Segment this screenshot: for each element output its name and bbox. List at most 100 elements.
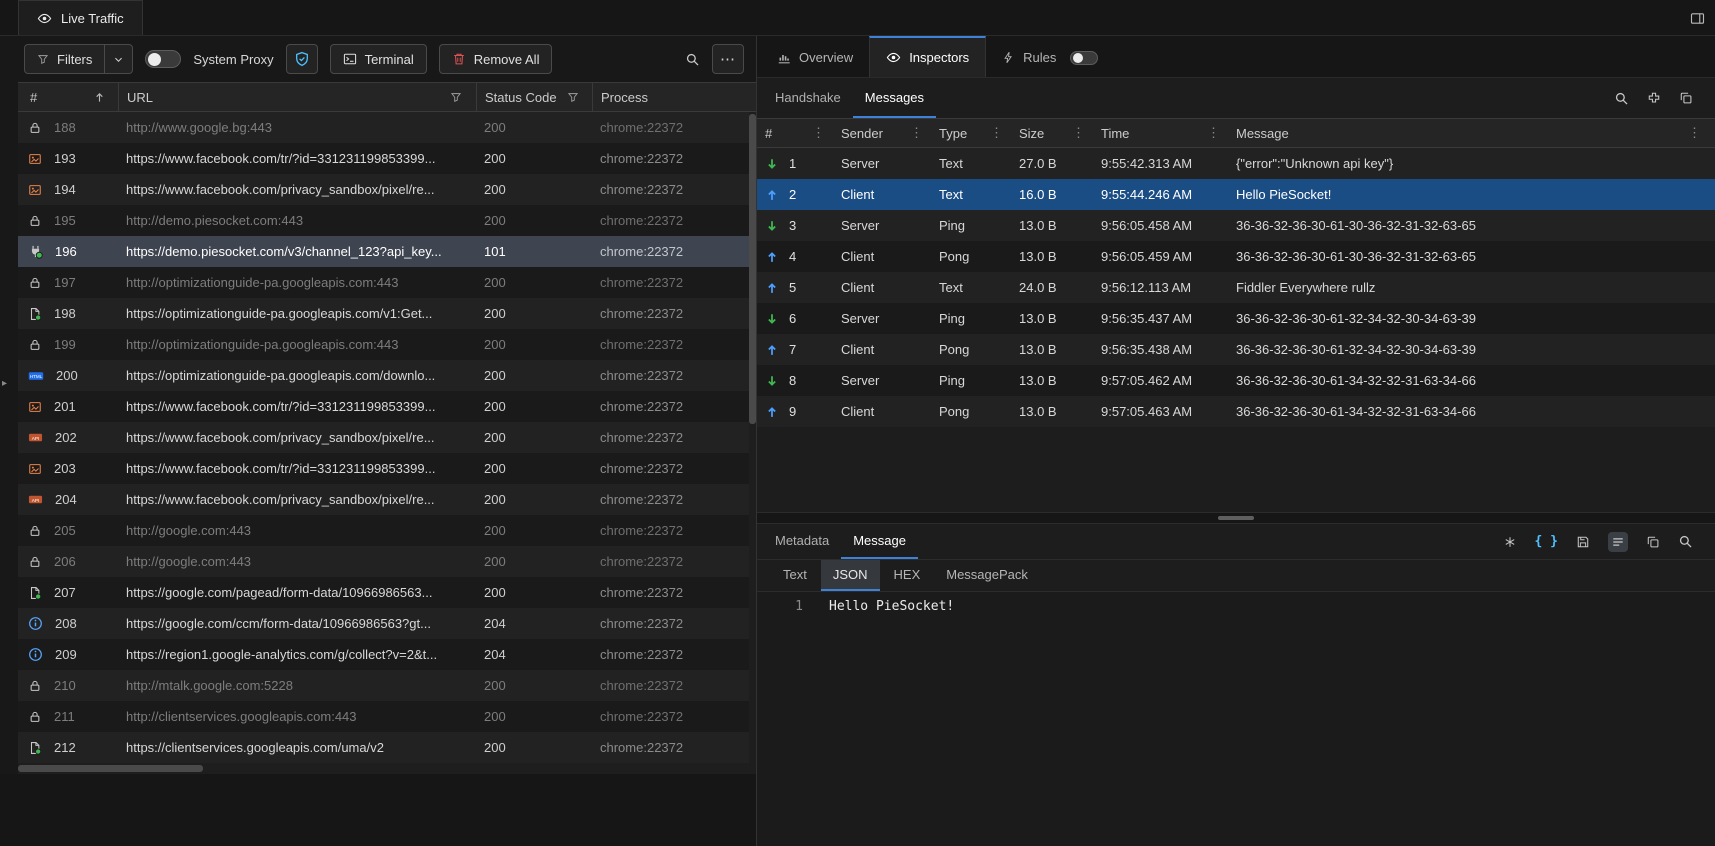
traffic-row[interactable]: 212 https://clientservices.googleapis.co… — [18, 732, 756, 763]
traffic-row[interactable]: 194 https://www.facebook.com/privacy_san… — [18, 174, 756, 205]
session-process: chrome:22372 — [592, 275, 756, 290]
traffic-row[interactable]: 196 https://demo.piesocket.com/v3/channe… — [18, 236, 756, 267]
traffic-row[interactable]: API 204 https://www.facebook.com/privacy… — [18, 484, 756, 515]
lock-icon — [28, 679, 42, 693]
column-header-status[interactable]: Status Code — [476, 83, 592, 111]
tab-rules[interactable]: Rules — [986, 36, 1114, 77]
search-icon[interactable] — [1614, 91, 1629, 106]
more-options-button[interactable]: ⋯ — [712, 44, 744, 74]
column-header-number[interactable]: # — [18, 90, 118, 105]
layout-panel-icon[interactable] — [1690, 11, 1705, 26]
traffic-row[interactable]: 198 https://optimizationguide-pa.googlea… — [18, 298, 756, 329]
collapse-panel-icon[interactable]: ▸ — [2, 378, 7, 389]
open-in-window-icon[interactable] — [1679, 91, 1693, 105]
column-header-number[interactable]: #⋮ — [757, 119, 833, 147]
column-menu-icon[interactable]: ⋮ — [1207, 125, 1220, 141]
panel-splitter[interactable] — [757, 512, 1715, 524]
column-header-sender[interactable]: Sender⋮ — [833, 119, 931, 147]
search-icon[interactable] — [1678, 534, 1693, 549]
traffic-row[interactable]: 209 https://region1.google-analytics.com… — [18, 639, 756, 670]
tab-inspectors[interactable]: Inspectors — [869, 36, 986, 77]
vertical-scrollbar[interactable] — [749, 112, 756, 763]
capture-button[interactable] — [286, 44, 318, 74]
tab-json[interactable]: JSON — [821, 560, 880, 591]
horizontal-scrollbar[interactable] — [18, 763, 756, 774]
column-header-size[interactable]: Size⋮ — [1011, 119, 1093, 147]
search-icon[interactable] — [685, 52, 700, 67]
system-proxy-toggle[interactable] — [145, 50, 181, 68]
copy-icon[interactable] — [1646, 535, 1660, 549]
splitter-grip[interactable] — [1218, 516, 1254, 520]
tab-handshake[interactable]: Handshake — [763, 78, 853, 118]
traffic-row[interactable]: HTML 200 https://optimizationguide-pa.go… — [18, 360, 756, 391]
column-header-url[interactable]: URL — [118, 83, 476, 111]
session-process: chrome:22372 — [592, 151, 756, 166]
traffic-row[interactable]: 188 http://www.google.bg:443 200 chrome:… — [18, 112, 756, 143]
message-row[interactable]: 1 Server Text 27.0 B 9:55:42.313 AM {"er… — [757, 148, 1715, 179]
braces-icon[interactable]: { } — [1535, 534, 1558, 549]
traffic-row[interactable]: API 202 https://www.facebook.com/privacy… — [18, 422, 756, 453]
column-header-time[interactable]: Time⋮ — [1093, 119, 1228, 147]
traffic-row[interactable]: 199 http://optimizationguide-pa.googleap… — [18, 329, 756, 360]
message-row[interactable]: 5 Client Text 24.0 B 9:56:12.113 AM Fidd… — [757, 272, 1715, 303]
img-icon — [28, 152, 42, 166]
traffic-row[interactable]: 201 https://www.facebook.com/tr/?id=3312… — [18, 391, 756, 422]
message-row[interactable]: 6 Server Ping 13.0 B 9:56:35.437 AM 36-3… — [757, 303, 1715, 334]
traffic-row[interactable]: 197 http://optimizationguide-pa.googleap… — [18, 267, 756, 298]
tab-hex[interactable]: HEX — [882, 560, 933, 591]
traffic-row[interactable]: 206 http://google.com:443 200 chrome:223… — [18, 546, 756, 577]
session-status: 200 — [476, 523, 592, 538]
word-wrap-icon[interactable] — [1608, 532, 1628, 552]
tab-live-traffic[interactable]: Live Traffic — [18, 0, 143, 35]
session-url: https://www.facebook.com/tr/?id=33123119… — [118, 399, 476, 414]
message-row[interactable]: 3 Server Ping 13.0 B 9:56:05.458 AM 36-3… — [757, 210, 1715, 241]
message-row[interactable]: 8 Server Ping 13.0 B 9:57:05.462 AM 36-3… — [757, 365, 1715, 396]
tab-overview[interactable]: Overview — [761, 36, 869, 77]
traffic-row[interactable]: 207 https://google.com/pagead/form-data/… — [18, 577, 756, 608]
rules-toggle[interactable] — [1070, 51, 1098, 65]
arrow-up-icon — [765, 281, 779, 295]
tab-metadata[interactable]: Metadata — [763, 524, 841, 559]
message-row[interactable]: 7 Client Pong 13.0 B 9:56:35.438 AM 36-3… — [757, 334, 1715, 365]
column-menu-icon[interactable]: ⋮ — [990, 125, 1003, 141]
message-row[interactable]: 2 Client Text 16.0 B 9:55:44.246 AM Hell… — [757, 179, 1715, 210]
remove-all-button[interactable]: Remove All — [439, 44, 553, 74]
column-header-message[interactable]: Message⋮ — [1228, 119, 1715, 147]
session-id: 188 — [54, 120, 76, 135]
message-body-editor[interactable]: 1 Hello PieSocket! — [757, 592, 1715, 846]
tab-text[interactable]: Text — [771, 560, 819, 591]
traffic-row[interactable]: 210 http://mtalk.google.com:5228 200 chr… — [18, 670, 756, 701]
scrollbar-thumb[interactable] — [18, 765, 203, 772]
session-process: chrome:22372 — [592, 244, 756, 259]
traffic-row[interactable]: 193 https://www.facebook.com/tr/?id=3312… — [18, 143, 756, 174]
column-menu-icon[interactable]: ⋮ — [910, 125, 923, 141]
traffic-row[interactable]: 203 https://www.facebook.com/tr/?id=3312… — [18, 453, 756, 484]
ws-icon — [28, 244, 43, 259]
column-header-type[interactable]: Type⋮ — [931, 119, 1011, 147]
traffic-row[interactable]: 211 http://clientservices.googleapis.com… — [18, 701, 756, 732]
tab-messagepack[interactable]: MessagePack — [934, 560, 1040, 591]
tab-messages[interactable]: Messages — [853, 78, 936, 118]
message-row[interactable]: 4 Client Pong 13.0 B 9:56:05.459 AM 36-3… — [757, 241, 1715, 272]
save-icon[interactable] — [1576, 535, 1590, 549]
filter-icon[interactable] — [567, 91, 579, 103]
tab-message[interactable]: Message — [841, 524, 918, 559]
traffic-row[interactable]: 195 http://demo.piesocket.com:443 200 ch… — [18, 205, 756, 236]
filter-icon[interactable] — [450, 91, 462, 103]
session-process: chrome:22372 — [592, 182, 756, 197]
format-icon[interactable] — [1503, 535, 1517, 549]
scrollbar-thumb[interactable] — [749, 114, 756, 424]
filters-dropdown-button[interactable] — [105, 44, 133, 74]
filters-button[interactable]: Filters — [24, 44, 105, 74]
terminal-button[interactable]: Terminal — [330, 44, 427, 74]
traffic-row[interactable]: 205 http://google.com:443 200 chrome:223… — [18, 515, 756, 546]
message-row[interactable]: 9 Client Pong 13.0 B 9:57:05.463 AM 36-3… — [757, 396, 1715, 427]
column-menu-icon[interactable]: ⋮ — [812, 125, 825, 141]
session-url: https://clientservices.googleapis.com/um… — [118, 740, 476, 755]
img-icon — [28, 462, 42, 476]
extension-icon[interactable] — [1647, 91, 1661, 105]
traffic-row[interactable]: 208 https://google.com/ccm/form-data/109… — [18, 608, 756, 639]
column-menu-icon[interactable]: ⋮ — [1688, 125, 1701, 141]
column-menu-icon[interactable]: ⋮ — [1072, 125, 1085, 141]
column-header-process[interactable]: Process — [592, 83, 756, 111]
